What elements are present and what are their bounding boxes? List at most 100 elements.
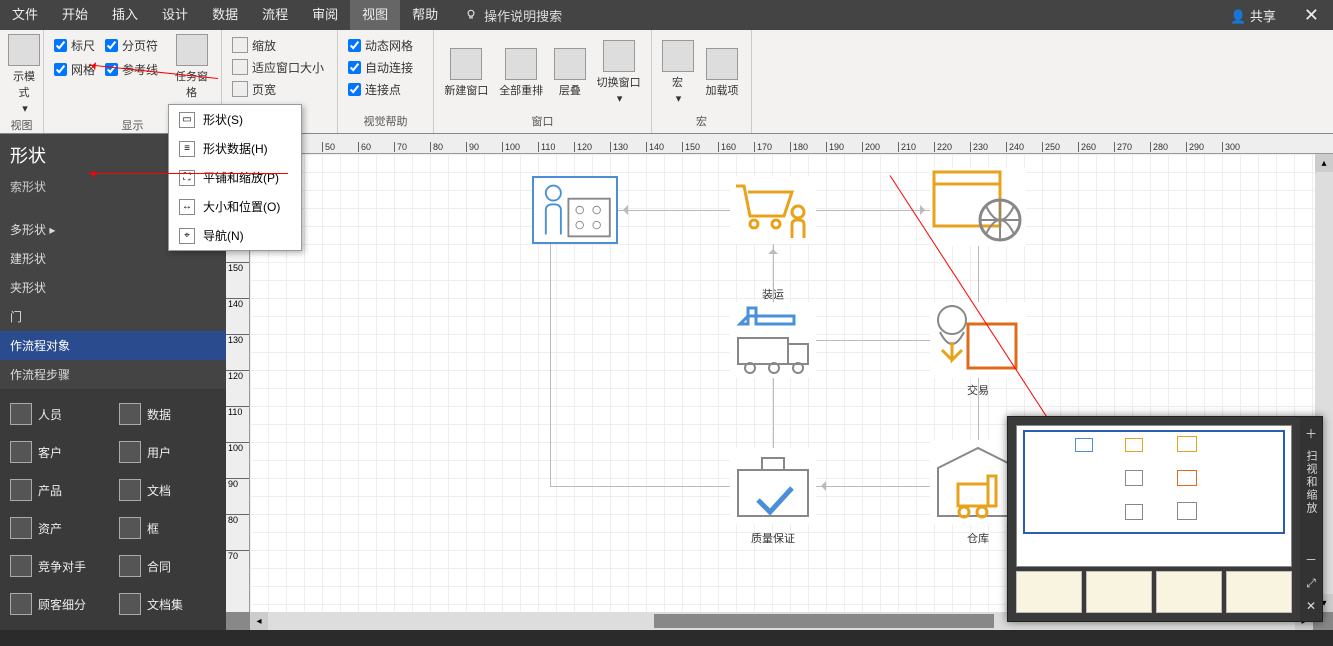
dd-shapes[interactable]: ▭形状(S) [169,105,301,134]
connector [618,210,730,211]
overview-title: 扫视和缩放 [1303,450,1319,515]
arrow-icon [920,205,930,215]
fit-icon [232,59,248,75]
tab-process[interactable]: 流程 [250,0,300,30]
cat-clip-shapes[interactable]: 夹形状 [0,273,226,302]
tab-review[interactable]: 审阅 [300,0,350,30]
group-label-macros: 宏 [660,111,743,133]
check-autoconnect[interactable]: 自动连接 [346,56,415,78]
scroll-left-button[interactable]: ◂ [250,612,268,630]
zoom-button[interactable]: 缩放 [230,34,326,56]
tell-me-search[interactable]: 操作说明搜索 [450,6,576,25]
overview-detach-button[interactable]: ⤢ [1306,576,1316,591]
thumb-1[interactable] [1016,571,1082,613]
presentation-mode-button[interactable]: 示模式▾ [8,34,40,115]
thumb-3[interactable] [1156,571,1222,613]
shape-contract[interactable]: 合同 [113,547,222,585]
nav-icon: ⌖ [179,228,195,244]
tab-home[interactable]: 开始 [50,0,100,30]
cat-workflow-objects[interactable]: 作流程对象 [0,331,226,360]
shape-cart[interactable] [730,176,816,244]
dd-size-pos[interactable]: ↔大小和位置(O) [169,192,301,221]
dd-pan-zoom[interactable]: ⛶平铺和缩放(P) [169,163,301,192]
shape-qa[interactable] [730,448,816,524]
zoom-in-button[interactable]: ＋ [1305,425,1317,442]
connector [550,244,551,486]
cat-door[interactable]: 门 [0,302,226,331]
connector [550,486,730,487]
horizontal-ruler: 3040506070809010011012013014015016017018… [250,134,1333,154]
customer-icon [10,441,32,463]
dd-shape-data[interactable]: ≡形状数据(H) [169,134,301,163]
lightbulb-icon [464,8,478,22]
dd-navigation[interactable]: ⌖导航(N) [169,221,301,250]
contract-icon [119,555,141,577]
check-pagebreaks[interactable]: 分页符 [103,34,160,56]
docset-icon [119,593,141,615]
addins-button[interactable]: 加载项 [701,34,743,111]
zoom-out-button[interactable]: － [1305,551,1317,568]
share-button[interactable]: 👤 共享 [1216,6,1290,25]
overview-page[interactable] [1016,425,1292,567]
tab-help[interactable]: 帮助 [400,0,450,30]
shape-product[interactable]: 产品 [4,471,113,509]
fit-window-button[interactable]: 适应窗口大小 [230,56,326,78]
shape-customer[interactable]: 客户 [4,433,113,471]
cart-icon [730,176,816,244]
shape-data[interactable]: 数据 [113,395,222,433]
shapes-icon: ▭ [179,112,195,128]
arrange-all-button[interactable]: 全部重排 [497,34,546,111]
shape-box[interactable]: 框 [113,509,222,547]
connector [816,210,930,211]
scroll-up-button[interactable]: ▴ [1315,154,1333,172]
status-bar [0,630,1333,646]
overview-viewport[interactable] [1023,430,1285,534]
page-width-button[interactable]: 页宽 [230,78,326,100]
cascade-button[interactable]: 层叠 [552,34,589,111]
shape-webpage[interactable] [930,168,1026,246]
shape-transaction[interactable] [930,302,1026,378]
shape-docset[interactable]: 文档集 [113,585,222,623]
arrow-icon [816,481,826,491]
menubar: 文件 开始 插入 设计 数据 流程 审阅 视图 帮助 操作说明搜索 👤 共享 ✕ [0,0,1333,30]
shape-competitor[interactable]: 竞争对手 [4,547,113,585]
shape-user[interactable]: 用户 [113,433,222,471]
check-dynamic-grid[interactable]: 动态网格 [346,34,415,56]
tab-file[interactable]: 文件 [0,0,50,30]
check-grid[interactable]: 网格 [52,58,97,80]
thumb-4[interactable] [1226,571,1292,613]
tab-design[interactable]: 设计 [150,0,200,30]
switch-window-button[interactable]: 切换窗口▾ [594,34,643,111]
briefcase-icon [730,448,816,524]
check-connection-points[interactable]: 连接点 [346,78,415,100]
close-button[interactable]: ✕ [1290,5,1333,26]
shape-person[interactable]: 人员 [4,395,113,433]
group-label-visual-aids: 视觉帮助 [346,111,425,133]
shape-asset[interactable]: 资产 [4,509,113,547]
tab-data[interactable]: 数据 [200,0,250,30]
group-label-window: 窗口 [442,111,643,133]
cat-workflow-steps[interactable]: 作流程步骤 [0,360,226,389]
shape-doc[interactable]: 文档 [113,471,222,509]
check-ruler[interactable]: 标尺 [52,34,97,56]
tab-view[interactable]: 视图 [350,0,400,30]
thumb-2[interactable] [1086,571,1152,613]
task-pane-button[interactable]: 任务窗格▾ [170,34,213,115]
width-icon [232,81,248,97]
pan-zoom-window[interactable]: ＋ 扫视和缩放 － ⤢ ✕ [1007,416,1323,622]
label-warehouse: 仓库 [967,530,989,546]
zoom-icon [232,37,248,53]
asset-icon [10,517,32,539]
check-guides[interactable]: 参考线 [103,58,160,80]
shape-truck[interactable] [730,302,816,378]
shape-segment[interactable]: 顾客细分 [4,585,113,623]
people-icon [534,178,616,242]
scroll-thumb[interactable] [654,614,994,628]
new-window-button[interactable]: 新建窗口 [442,34,491,111]
shape-people-group[interactable] [532,176,618,244]
webpage-icon [930,168,1026,246]
macros-button[interactable]: 宏▾ [660,34,695,111]
tab-insert[interactable]: 插入 [100,0,150,30]
size-pos-icon: ↔ [179,199,195,215]
overview-close-button[interactable]: ✕ [1306,599,1316,613]
